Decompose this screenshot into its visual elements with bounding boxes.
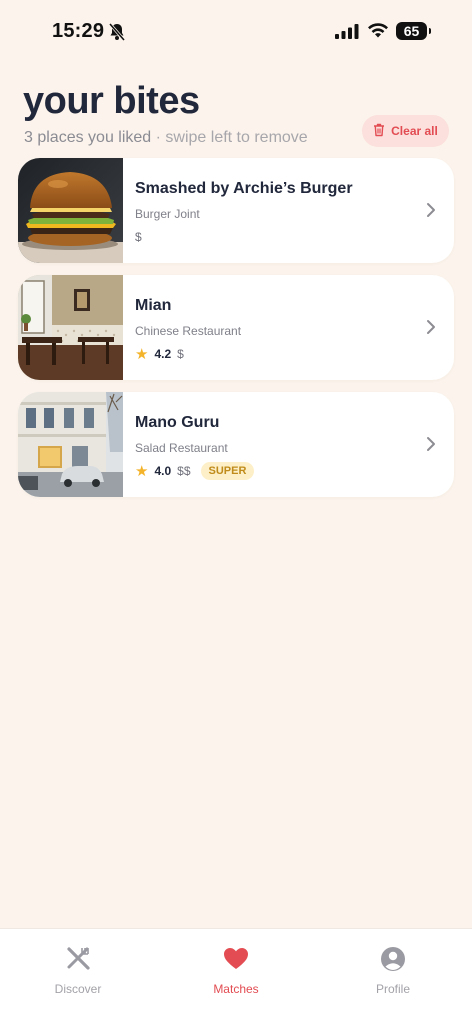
place-photo-building-exterior — [18, 392, 123, 497]
place-rating: 4.2 — [154, 347, 172, 361]
place-meta: ★ 4.2 $ — [135, 345, 184, 363]
price-level: $ — [177, 347, 184, 361]
user-icon — [379, 945, 407, 976]
swipe-hint: · swipe left to remove — [151, 129, 308, 146]
tab-label: Discover — [54, 982, 102, 996]
place-meta: $ — [135, 228, 142, 246]
tab-label: Matches — [213, 982, 259, 996]
place-photo-restaurant-interior — [18, 275, 123, 380]
place-photo-burger — [18, 158, 123, 263]
bottom-tab-bar: Discover Matches Profile — [0, 928, 472, 1024]
chevron-right-icon — [426, 202, 436, 223]
chevron-right-icon — [426, 436, 436, 457]
clear-all-button[interactable]: Clear all — [362, 115, 449, 147]
trash-icon — [373, 123, 385, 140]
place-category: Salad Restaurant — [135, 441, 228, 455]
cellular-signal-icon — [335, 23, 359, 44]
price-level: $$ — [177, 464, 191, 478]
fork-knife-icon — [64, 945, 92, 976]
super-badge: SUPER — [200, 462, 255, 480]
status-bar: 15:29 65 — [0, 0, 472, 64]
place-meta: ★ 4.0 $$ SUPER — [135, 462, 255, 480]
star-icon: ★ — [135, 462, 149, 480]
clear-all-label: Clear all — [391, 124, 438, 138]
place-name: Mano Guru — [135, 414, 220, 431]
place-category: Burger Joint — [135, 207, 200, 221]
place-name: Mian — [135, 297, 172, 314]
chevron-right-icon — [426, 319, 436, 340]
place-category: Chinese Restaurant — [135, 324, 242, 338]
star-icon: ★ — [135, 345, 149, 363]
status-time: 15:29 — [52, 20, 105, 42]
page-title: your bites — [23, 80, 200, 122]
place-card[interactable]: Smashed by Archie’s Burger Burger Joint … — [18, 158, 454, 263]
place-card[interactable]: Mano Guru Salad Restaurant ★ 4.0 $$ SUPE… — [18, 392, 454, 497]
tab-discover[interactable]: Discover — [23, 945, 133, 996]
place-name: Smashed by Archie’s Burger — [135, 180, 353, 197]
place-card[interactable]: Mian Chinese Restaurant ★ 4.2 $ — [18, 275, 454, 380]
bell-muted-icon — [108, 22, 126, 47]
page-subtitle: 3 places you liked · swipe left to remov… — [24, 129, 308, 147]
wifi-icon — [367, 21, 389, 44]
place-rating: 4.0 — [154, 464, 172, 478]
tab-profile[interactable]: Profile — [338, 945, 448, 996]
battery-indicator: 65 — [396, 22, 431, 40]
tab-matches[interactable]: Matches — [181, 945, 291, 996]
price-level: $ — [135, 230, 142, 244]
tab-label: Profile — [375, 982, 410, 996]
liked-count: 3 places you liked — [24, 129, 152, 146]
heart-icon — [222, 945, 250, 976]
